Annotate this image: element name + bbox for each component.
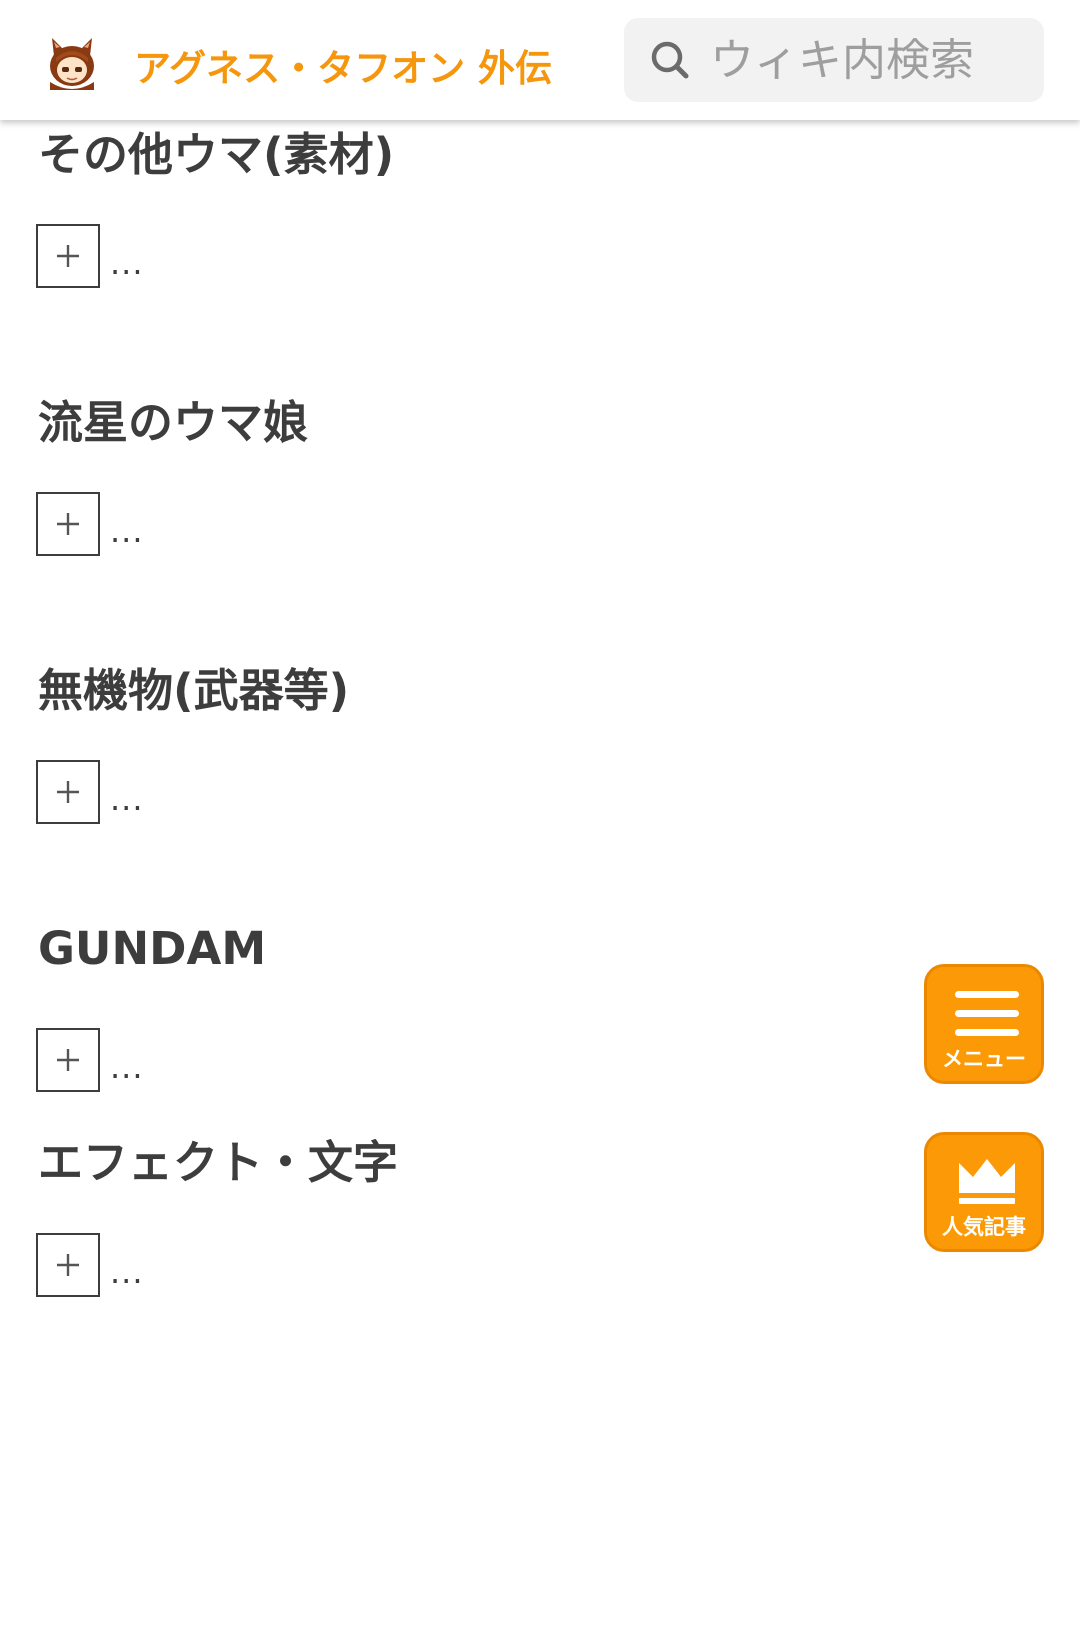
search-input[interactable] — [710, 18, 1030, 102]
section-heading-inorganic-weapons: 無機物(武器等) — [38, 664, 350, 717]
plus-icon — [57, 1049, 79, 1071]
hamburger-menu-icon — [955, 991, 1019, 1036]
expand-toggle-button[interactable] — [36, 1233, 100, 1297]
collapsed-ellipsis: ... — [110, 1048, 144, 1086]
collapsed-block: ... — [36, 223, 144, 289]
section-heading-effects-text: エフェクト・文字 — [38, 1136, 399, 1189]
collapsed-block: ... — [36, 759, 144, 825]
crown-icon — [959, 1159, 1015, 1204]
menu-button-label: メニュー — [942, 1047, 1026, 1071]
site-header: アグネス・タフオン 外伝 — [0, 0, 1080, 120]
search-icon[interactable] — [648, 38, 692, 82]
collapsed-ellipsis: ... — [110, 1253, 144, 1291]
expand-toggle-button[interactable] — [36, 1028, 100, 1092]
plus-icon — [57, 245, 79, 267]
plus-icon — [57, 781, 79, 803]
section-heading-gundam: GUNDAM — [38, 922, 267, 975]
collapsed-block: ... — [36, 1232, 144, 1298]
expand-toggle-button[interactable] — [36, 492, 100, 556]
section-heading-ryusei-umamusume: 流星のウマ娘 — [38, 396, 309, 449]
section-heading-other-uma-materials: その他ウマ(素材) — [38, 128, 395, 181]
collapsed-ellipsis: ... — [110, 244, 144, 282]
collapsed-ellipsis: ... — [110, 780, 144, 818]
popular-articles-button-label: 人気記事 — [942, 1215, 1026, 1239]
popular-articles-button[interactable]: 人気記事 — [924, 1132, 1044, 1252]
collapsed-block: ... — [36, 491, 144, 557]
plus-icon — [57, 513, 79, 535]
search-box[interactable] — [624, 18, 1044, 102]
expand-toggle-button[interactable] — [36, 224, 100, 288]
plus-icon — [57, 1254, 79, 1276]
menu-button[interactable]: メニュー — [924, 964, 1044, 1084]
collapsed-block: ... — [36, 1027, 144, 1093]
site-title[interactable]: アグネス・タフオン 外伝 — [134, 38, 552, 92]
expand-toggle-button[interactable] — [36, 760, 100, 824]
collapsed-ellipsis: ... — [110, 512, 144, 550]
chibi-horse-girl-logo-icon[interactable] — [44, 34, 100, 90]
